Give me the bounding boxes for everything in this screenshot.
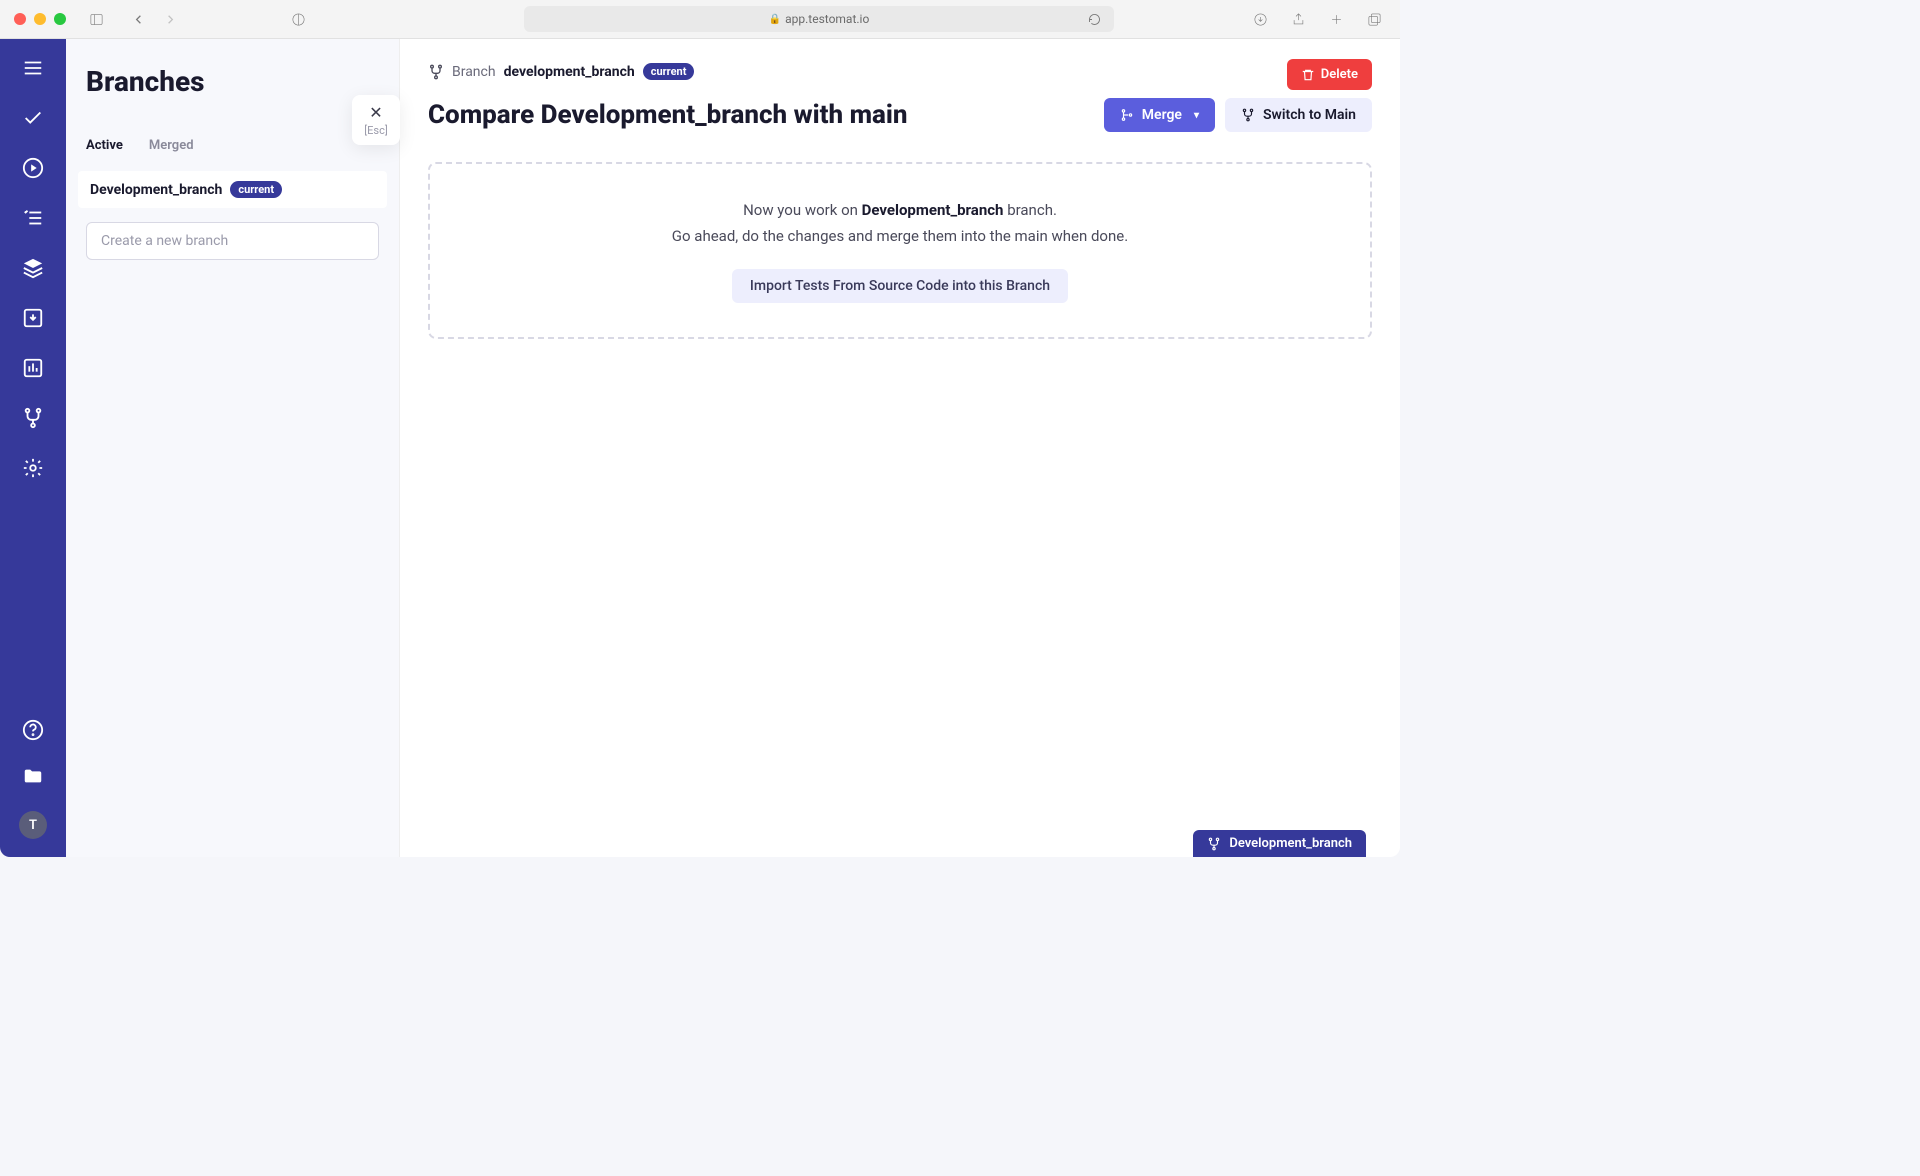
switch-to-main-button[interactable]: Switch to Main [1225,98,1372,132]
import-tests-button[interactable]: Import Tests From Source Code into this … [732,269,1068,303]
branch-icon [1241,108,1255,122]
window-close[interactable] [14,13,26,25]
merge-label: Merge [1142,107,1182,123]
page-title: Branches [86,65,379,98]
info-box: Now you work on Development_branch branc… [428,162,1372,339]
info-line-2: Go ahead, do the changes and merge them … [464,224,1336,250]
branch-list-item[interactable]: Development_branch current [78,171,387,208]
folder-icon[interactable] [22,765,44,787]
reload-icon[interactable] [1082,7,1106,31]
tab-active[interactable]: Active [86,138,123,153]
nav-back-icon[interactable] [126,7,150,31]
menu-icon[interactable] [22,57,44,79]
info-line-1: Now you work on Development_branch branc… [464,198,1336,224]
close-panel[interactable]: ✕ [Esc] [352,95,400,145]
traffic-lights [14,13,66,25]
import-icon[interactable] [22,307,44,329]
branch-name: Development_branch [90,182,222,198]
layers-icon[interactable] [22,257,44,279]
download-icon[interactable] [1248,7,1272,31]
browser-chrome: 🔒 app.testomat.io [0,0,1400,39]
sidebar-nav: T [0,39,66,857]
breadcrumb-label: Branch [452,64,496,80]
shield-icon[interactable] [286,7,310,31]
close-icon[interactable]: ✕ [352,103,400,122]
trash-icon [1301,68,1315,82]
window-maximize[interactable] [54,13,66,25]
url-bar[interactable]: 🔒 app.testomat.io [524,6,1114,32]
branch-icon[interactable] [22,407,44,429]
new-tab-icon[interactable] [1324,7,1348,31]
help-icon[interactable] [22,719,44,741]
switch-label: Switch to Main [1263,107,1356,123]
gear-icon[interactable] [22,457,44,479]
branch-icon [428,64,444,80]
left-panel: Branches Active Merged Development_branc… [66,39,400,857]
list-check-icon[interactable] [22,207,44,229]
play-icon[interactable] [22,157,44,179]
compare-heading: Compare Development_branch with main [428,100,908,130]
chevron-down-icon: ▾ [1194,110,1199,121]
check-icon[interactable] [22,107,44,129]
tab-merged[interactable]: Merged [149,138,194,153]
breadcrumb-badge: current [643,63,695,80]
delete-label: Delete [1321,67,1358,82]
url-text: app.testomat.io [785,12,869,26]
share-icon[interactable] [1286,7,1310,31]
chart-icon[interactable] [22,357,44,379]
merge-button[interactable]: Merge ▾ [1104,98,1215,132]
esc-hint: [Esc] [352,124,400,137]
merge-icon [1120,108,1134,122]
delete-button[interactable]: Delete [1287,59,1372,90]
window-minimize[interactable] [34,13,46,25]
breadcrumb-branch: development_branch [504,64,635,80]
tabs: Active Merged [86,138,379,153]
lock-icon: 🔒 [769,14,781,25]
branch-icon [1207,837,1221,851]
new-branch-input[interactable] [86,222,379,260]
breadcrumb: Branch development_branch current [428,63,1372,80]
branch-chip-label: Development_branch [1229,836,1352,851]
nav-forward-icon[interactable] [158,7,182,31]
branch-badge: current [230,181,282,198]
main-content: Branch development_branch current Delete… [400,39,1400,857]
sidebar-toggle-icon[interactable] [84,7,108,31]
branch-chip[interactable]: Development_branch [1193,830,1366,857]
avatar[interactable]: T [19,811,47,839]
tabs-icon[interactable] [1362,7,1386,31]
